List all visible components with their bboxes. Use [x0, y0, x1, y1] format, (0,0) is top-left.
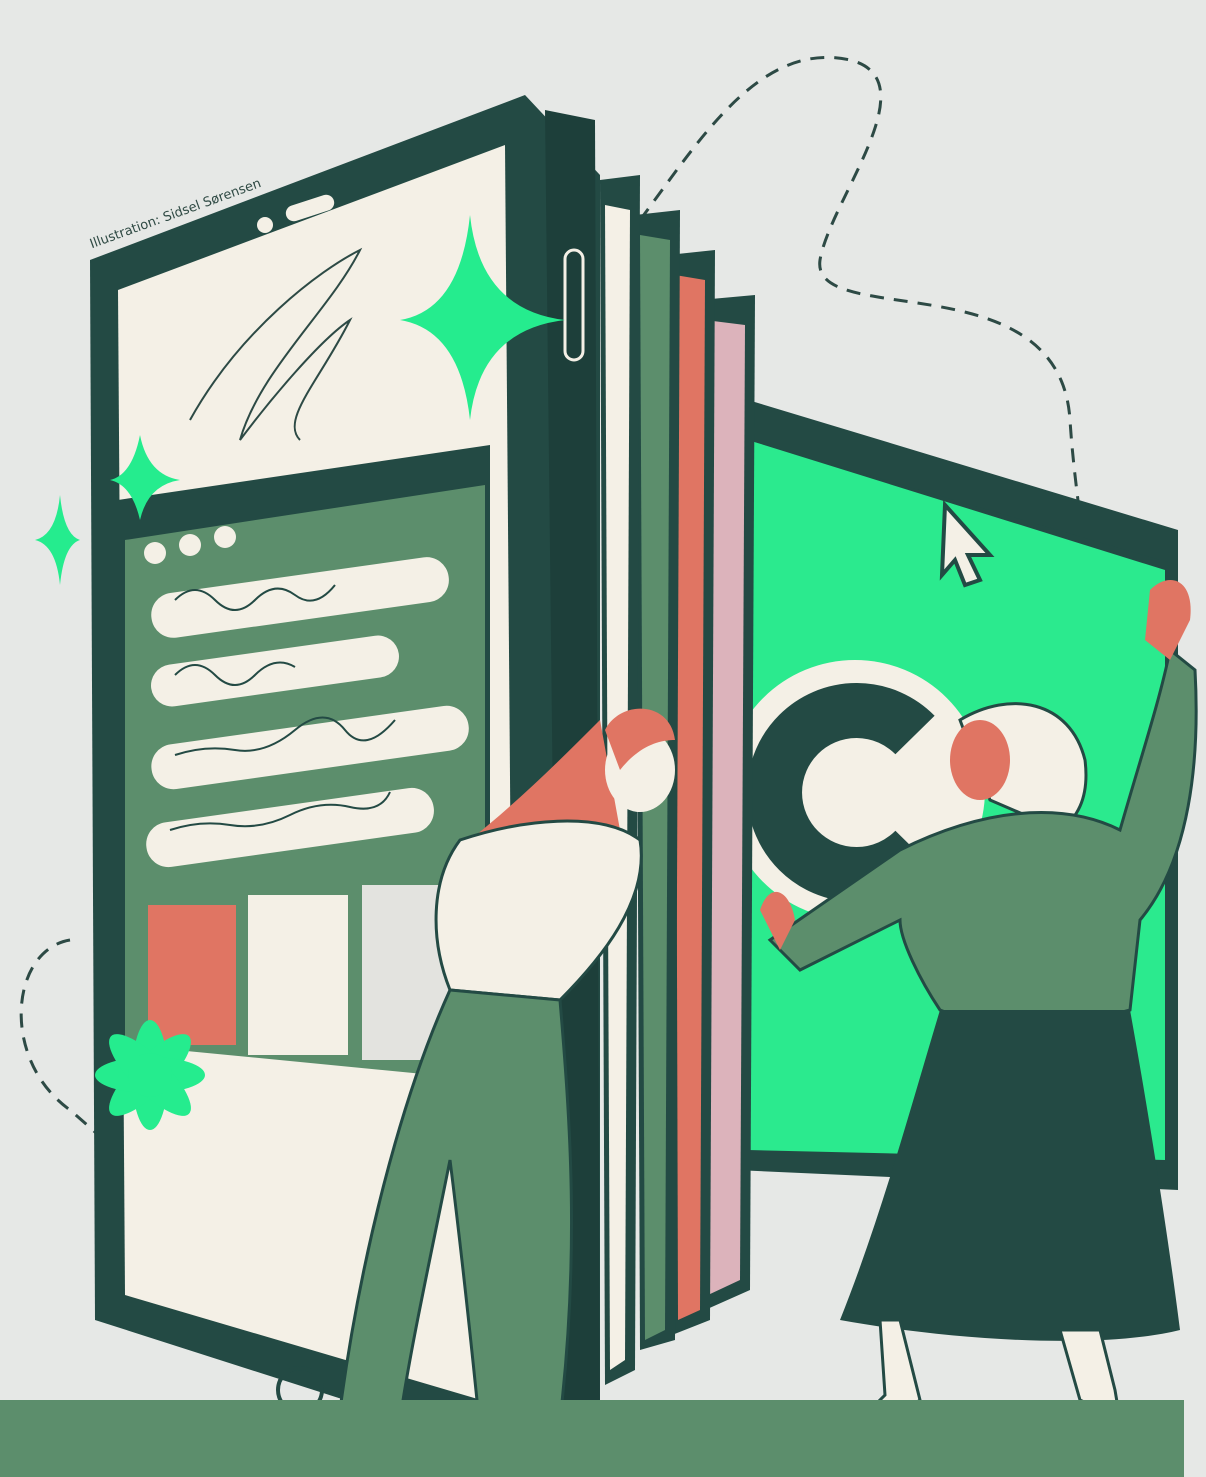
sparkle-icon: [35, 495, 80, 585]
browser-window: [118, 445, 490, 1080]
flower-icon: [95, 1020, 205, 1130]
tile-cream: [248, 895, 348, 1055]
illustration-scene: [19, 56, 1198, 1457]
tile-coral: [148, 905, 236, 1045]
footer-bar: [0, 1400, 1184, 1477]
